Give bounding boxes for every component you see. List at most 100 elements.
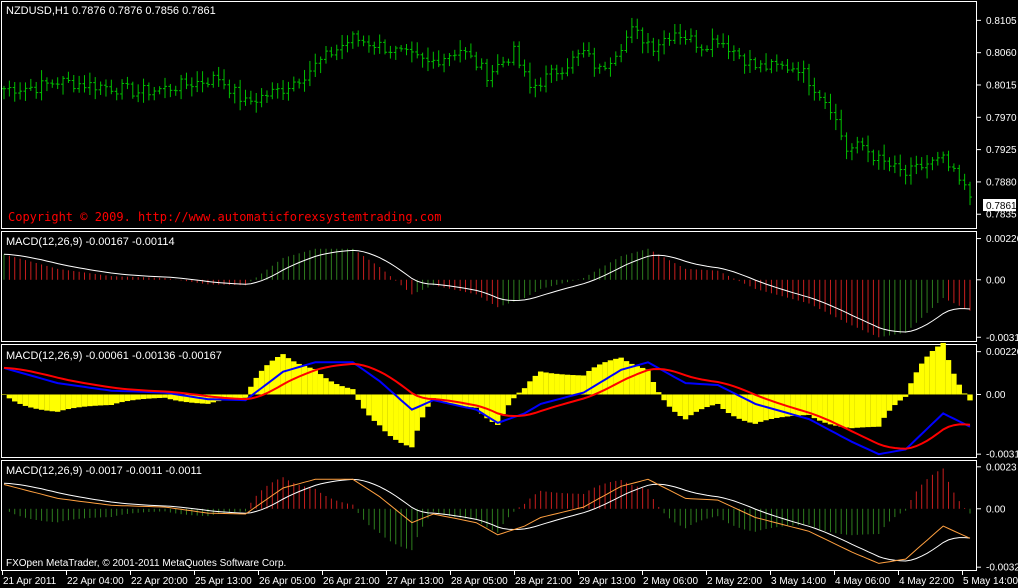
macd2-hist-bar [688,394,694,416]
macd2-hist-bar [854,394,860,428]
macd2-hist-bar [768,394,775,419]
macd2-hist-bar [6,394,13,399]
macd2-hist-bar [849,394,855,429]
macd2-hist-bar [672,394,678,412]
macd2-hist-bar [537,371,544,395]
macd2-hist-bar [908,383,914,395]
macd1-tick-label: 0.00226 [986,234,1018,245]
price-tick-label: 0.7970 [986,113,1017,124]
macd2-hist-bar [12,394,18,402]
macd2-hist-bar [355,394,361,400]
macd2-hist-bar [564,374,571,395]
macd2-hist-bar [38,394,45,410]
macd2-hist-bar [634,366,640,395]
price-tick-label: 0.8015 [986,80,1017,91]
macd2-hist-bar [715,394,721,404]
macd2-hist-bar [387,394,394,437]
trading-chart[interactable]: 0.8105 0.8060 0.8015 0.7970 0.7925 0.7880 0.78… [0,0,1018,588]
macd2-hist-bar [902,394,909,397]
macd2-hist-bar [414,394,420,431]
macd2-hist-bar [360,394,367,409]
time-tick-label: 25 Apr 13:00 [195,576,252,587]
macd2-hist-bar [613,358,619,395]
macd2-hist-bar [301,366,308,395]
macd2-hist-bar [543,372,549,395]
macd2-hist-bar [548,373,555,395]
macd2-hist-bar [597,364,603,395]
macd2-hist-bar [656,392,662,395]
macd2-tick-label: 0.00 [986,390,1006,401]
macd2-hist-bar [940,342,946,395]
macd2-hist-bar [312,368,318,395]
macd2-hist-bar [81,394,88,407]
macd2-hist-bar [49,394,55,412]
macd2-hist-bar [323,378,329,395]
time-tick-label: 26 Apr 05:00 [259,576,316,587]
macd2-hist-bar [645,369,651,395]
current-price-label: 0.7861 [986,201,1017,212]
macd2-hist-bar [693,394,699,412]
macd2-hist-bar [886,394,893,411]
macd3-title: MACD(12,26,9) -0.0017 -0.0011 -0.0011 [6,465,202,477]
macd2-hist-bar [774,394,780,418]
macd2-hist-bar [790,394,796,416]
macd2-hist-bar [65,394,72,410]
macd2-hist-bar [393,394,399,440]
time-tick-label: 5 May 14:00 [963,576,1018,587]
macd2-hist-bar [661,394,667,401]
macd2-hist-bar [516,392,522,395]
macd2-hist-bar [425,394,431,407]
macd2-hist-bar [527,381,533,395]
macd2-hist-bar [795,394,801,416]
macd2-hist-bar [570,375,576,395]
macd2-hist-bar [242,394,249,398]
macd2-hist-bar [892,394,898,406]
macd2-hist-bar [22,394,29,406]
macd2-hist-bar [881,394,887,418]
macd2-hist-bar [559,374,565,395]
time-tick-label: 29 Apr 13:00 [579,576,636,587]
macd2-hist-bar [334,384,340,395]
macd2-hist-bar [725,394,732,414]
time-tick-label: 28 Apr 21:00 [515,576,572,587]
macd2-hist-bar [500,394,506,415]
macd2-hist-bar [913,372,920,395]
macd2-hist-bar [618,357,624,395]
macd2-hist-bar [961,393,968,395]
footer-text: FXOpen MetaTrader, © 2001-2011 MetaQuote… [6,558,286,569]
macd2-hist-bar [666,394,673,407]
macd2-hist-bar [167,394,174,400]
macd2-hist-bar [495,394,501,425]
macd2-hist-bar [371,394,377,421]
macd2-hist-bar [124,394,131,402]
time-tick-label: 26 Apr 21:00 [323,576,380,587]
macd2-hist-bar [140,394,147,400]
macd2-hist-bar [876,394,882,427]
time-tick-label: 2 May 22:00 [707,576,762,587]
macd2-tick-label: -0.00315 [986,450,1018,461]
macd2-hist-bar [747,394,753,423]
macd2-hist-bar [843,394,850,428]
macd2-hist-bar [554,373,560,395]
price-tick-label: 0.8105 [986,16,1017,27]
macd2-hist-bar [677,394,683,417]
macd2-tick-label: 0.00226 [986,347,1018,358]
macd2-hist-bar [859,394,866,428]
macd2-hist-bar [339,386,345,395]
macd2-hist-bar [1,394,7,395]
macd2-hist-bar [28,394,34,408]
macd2-hist-bar [366,394,372,416]
macd2-hist-bar [33,394,39,409]
macd2-hist-bar [108,394,115,405]
time-tick-label: 22 Apr 20:00 [131,576,188,587]
macd2-hist-bar [60,394,66,411]
macd2-hist-bar [709,394,716,406]
price-tick-label: 0.7880 [986,177,1017,188]
time-tick-label: 22 Apr 04:00 [67,576,124,587]
macd2-hist-bar [409,394,415,448]
macd2-hist-bar [71,394,77,409]
price-tick-label: 0.8060 [986,48,1017,59]
macd2-hist-bar [156,394,163,398]
macd2-hist-bar [317,374,324,395]
macd2-hist-bar [44,394,50,411]
